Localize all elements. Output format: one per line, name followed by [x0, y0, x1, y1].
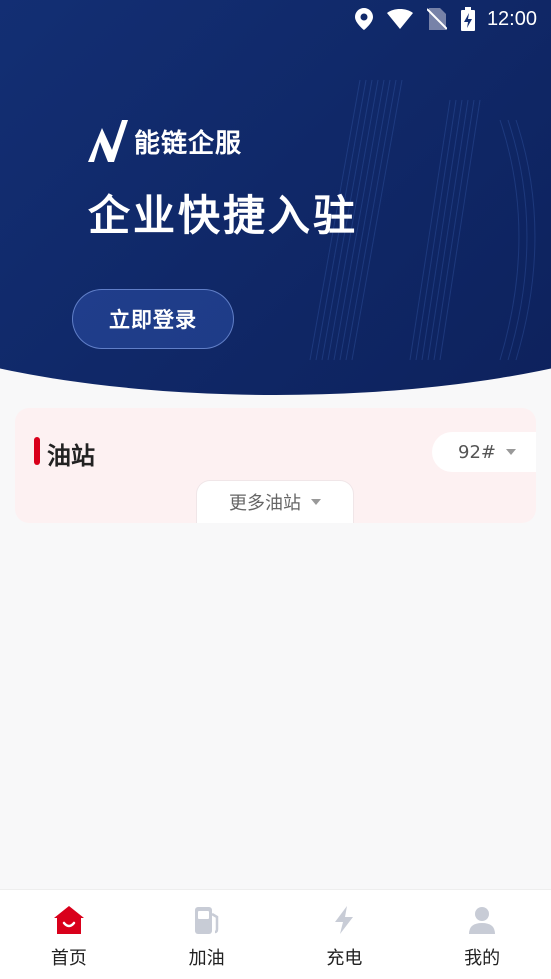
fuel-type-value: 92# — [458, 441, 496, 463]
caret-down-icon — [311, 499, 321, 505]
tab-label: 加油 — [188, 948, 225, 969]
status-time: 12:00 — [486, 7, 537, 30]
no-sim-icon — [426, 8, 447, 30]
battery-charging-icon — [460, 7, 475, 31]
tab-home[interactable]: 首页 — [0, 890, 138, 979]
hero-banner: 12:00 能链企服 企业快捷入驻 立即登录 — [0, 0, 551, 395]
wifi-icon — [386, 9, 413, 29]
status-bar: 12:00 — [0, 0, 551, 38]
station-section-title: 油站 — [47, 442, 95, 470]
fuel-pump-icon — [194, 907, 218, 934]
login-button[interactable]: 立即登录 — [72, 289, 234, 349]
tab-charge[interactable]: 充电 — [276, 890, 414, 979]
brand-logo-icon — [88, 120, 128, 162]
home-icon — [53, 906, 84, 934]
lightning-icon — [335, 906, 354, 934]
bottom-tab-bar: 首页 加油 充电 我的 — [0, 889, 551, 979]
brand-name: 能链企服 — [134, 128, 243, 159]
user-icon — [469, 907, 496, 934]
section-accent-bar — [34, 437, 40, 465]
tab-fuel[interactable]: 加油 — [138, 890, 276, 979]
tab-mine[interactable]: 我的 — [413, 890, 551, 979]
more-stations-button[interactable]: 更多油站 — [196, 480, 354, 523]
location-icon — [354, 8, 373, 30]
fuel-type-select[interactable]: 92# — [432, 432, 536, 472]
tab-label: 充电 — [326, 948, 363, 969]
more-stations-label: 更多油站 — [229, 493, 301, 514]
tab-label: 首页 — [50, 948, 87, 969]
caret-down-icon — [506, 449, 516, 455]
brand: 能链企服 — [88, 120, 242, 162]
station-card: 油站 92# 更多油站 — [15, 408, 536, 523]
hero-title: 企业快捷入驻 — [88, 191, 359, 240]
tab-label: 我的 — [464, 948, 501, 969]
